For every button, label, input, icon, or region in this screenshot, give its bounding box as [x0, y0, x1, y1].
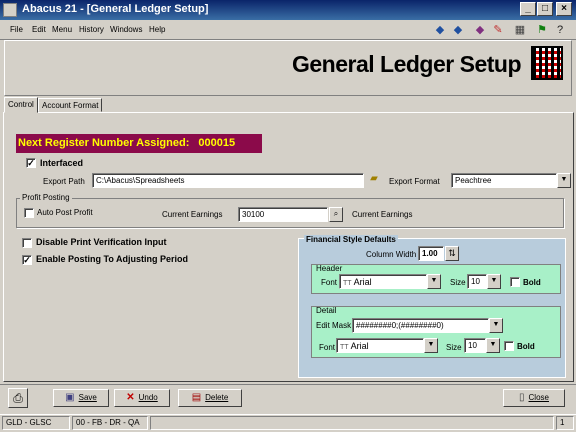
header-font-value: Arial — [353, 277, 372, 287]
chevron-down-icon[interactable]: ▼ — [486, 338, 500, 353]
detail-font-value: Arial — [350, 341, 369, 351]
delete-icon: ▤ — [191, 392, 202, 403]
column-width-input[interactable]: 1.00 — [418, 246, 444, 261]
close-button[interactable]: ▯ Close — [503, 389, 565, 407]
interfaced-label: Interfaced — [40, 158, 84, 168]
header-font-select[interactable]: TT Arial — [339, 274, 427, 289]
page-header: General Ledger Setup — [4, 40, 572, 96]
undo-icon: ✕ — [126, 392, 135, 403]
undo-button[interactable]: ✕ Undo — [114, 389, 170, 407]
tab-control[interactable]: Control — [4, 97, 38, 113]
forward-arrow-icon[interactable]: ◆ — [450, 22, 466, 38]
status-message — [150, 416, 554, 430]
next-register-value: 000015 — [198, 137, 236, 149]
gem-icon[interactable]: ◆ — [472, 22, 488, 38]
export-path-label: Export Path — [43, 177, 85, 186]
window-title: Abacus 21 - [General Ledger Setup] — [22, 3, 209, 15]
auto-post-profit-checkbox[interactable] — [24, 208, 34, 218]
detail-size-label: Size — [446, 343, 462, 352]
menu-menu[interactable]: Menu — [52, 25, 72, 34]
menu-history[interactable]: History — [79, 25, 104, 34]
chevron-down-icon[interactable]: ▼ — [427, 274, 441, 289]
header-style-label: Header — [316, 264, 343, 273]
tool-icon[interactable]: ✎ — [490, 22, 506, 38]
truetype-icon: TT — [340, 344, 349, 351]
menu-file[interactable]: File — [10, 25, 23, 34]
header-bold-checkbox[interactable] — [510, 277, 520, 287]
disable-print-label: Disable Print Verification Input — [36, 237, 167, 247]
close-label: Close — [528, 393, 549, 402]
page-title: General Ledger Setup — [291, 51, 522, 77]
current-earnings-input[interactable]: 30100 — [238, 207, 328, 222]
save-label: Save — [78, 393, 97, 402]
lookup-icon[interactable]: ⌕ — [329, 207, 343, 222]
profit-posting-label: Profit Posting — [20, 193, 72, 202]
current-earnings-label: Current Earnings — [162, 210, 223, 219]
runner-icon[interactable]: ⚑ — [534, 22, 550, 38]
chevron-down-icon[interactable]: ▼ — [489, 318, 503, 333]
delete-label: Delete — [205, 393, 229, 402]
back-arrow-icon[interactable]: ◆ — [432, 22, 448, 38]
column-width-spinner[interactable]: ⇅ — [445, 246, 459, 261]
enable-posting-checkbox[interactable]: ✓ — [22, 255, 32, 265]
auto-post-profit-label: Auto Post Profit — [37, 208, 93, 217]
detail-font-label: Font — [319, 343, 336, 352]
export-format-label: Export Format — [389, 177, 440, 186]
delete-button[interactable]: ▤ Delete — [178, 389, 242, 407]
detail-font-select[interactable]: TT Arial — [336, 338, 424, 353]
export-format-select[interactable]: Peachtree — [451, 173, 557, 188]
header-font-label: Font — [321, 278, 338, 287]
truetype-icon: TT — [343, 280, 352, 287]
next-register-label: Next Register Number Assigned: — [18, 137, 190, 149]
title-bar: Abacus 21 - [General Ledger Setup] _ □ × — [0, 0, 576, 20]
save-button[interactable]: ▣ Save — [53, 389, 109, 407]
undo-label: Undo — [138, 393, 158, 402]
calculator-icon[interactable]: ▦ — [512, 22, 528, 38]
enable-posting-label: Enable Posting To Adjusting Period — [36, 254, 189, 264]
detail-style-label: Detail — [316, 306, 337, 315]
detail-bold-checkbox[interactable] — [504, 341, 514, 351]
detail-size-select[interactable]: 10 — [464, 338, 486, 353]
header-size-label: Size — [450, 278, 466, 287]
logo-icon — [531, 46, 563, 80]
financial-style-title: Financial Style Defaults — [304, 235, 398, 244]
minimize-button[interactable]: _ — [520, 2, 536, 16]
header-size-select[interactable]: 10 — [467, 274, 487, 289]
status-company: 00 - FB - DR - QA — [72, 416, 148, 430]
next-register-banner: Next Register Number Assigned: 000015 — [16, 134, 262, 153]
chevron-down-icon[interactable]: ▼ — [487, 274, 501, 289]
menu-help[interactable]: Help — [149, 25, 165, 34]
folder-icon[interactable]: ▰ — [366, 173, 382, 188]
chevron-down-icon[interactable]: ▼ — [557, 173, 571, 188]
save-icon: ▣ — [65, 392, 75, 403]
interfaced-checkbox[interactable]: ✓ — [26, 158, 36, 168]
menu-windows[interactable]: Windows — [110, 25, 142, 34]
help-icon[interactable]: ? — [552, 22, 568, 38]
maximize-button[interactable]: □ — [537, 2, 553, 16]
chevron-down-icon[interactable]: ▼ — [424, 338, 438, 353]
app-icon — [3, 3, 17, 17]
status-module: GLD - GLSC — [2, 416, 70, 430]
door-icon: ▯ — [519, 392, 525, 403]
disable-print-checkbox[interactable] — [22, 238, 32, 248]
close-window-button[interactable]: × — [556, 2, 572, 16]
current-earnings-description: Current Earnings — [352, 210, 413, 219]
header-bold-label: Bold — [523, 278, 541, 287]
tab-account-format[interactable]: Account Format — [38, 98, 103, 112]
edit-mask-select[interactable]: ########0;(########0) — [352, 318, 489, 333]
status-page: 1 — [556, 416, 574, 430]
detail-bold-label: Bold — [517, 342, 535, 351]
print-icon[interactable]: ⎙ — [8, 388, 28, 408]
column-width-label: Column Width — [366, 250, 417, 259]
export-path-input[interactable]: C:\Abacus\Spreadsheets — [92, 173, 364, 188]
edit-mask-label: Edit Mask — [316, 321, 352, 330]
menu-edit[interactable]: Edit — [32, 25, 46, 34]
